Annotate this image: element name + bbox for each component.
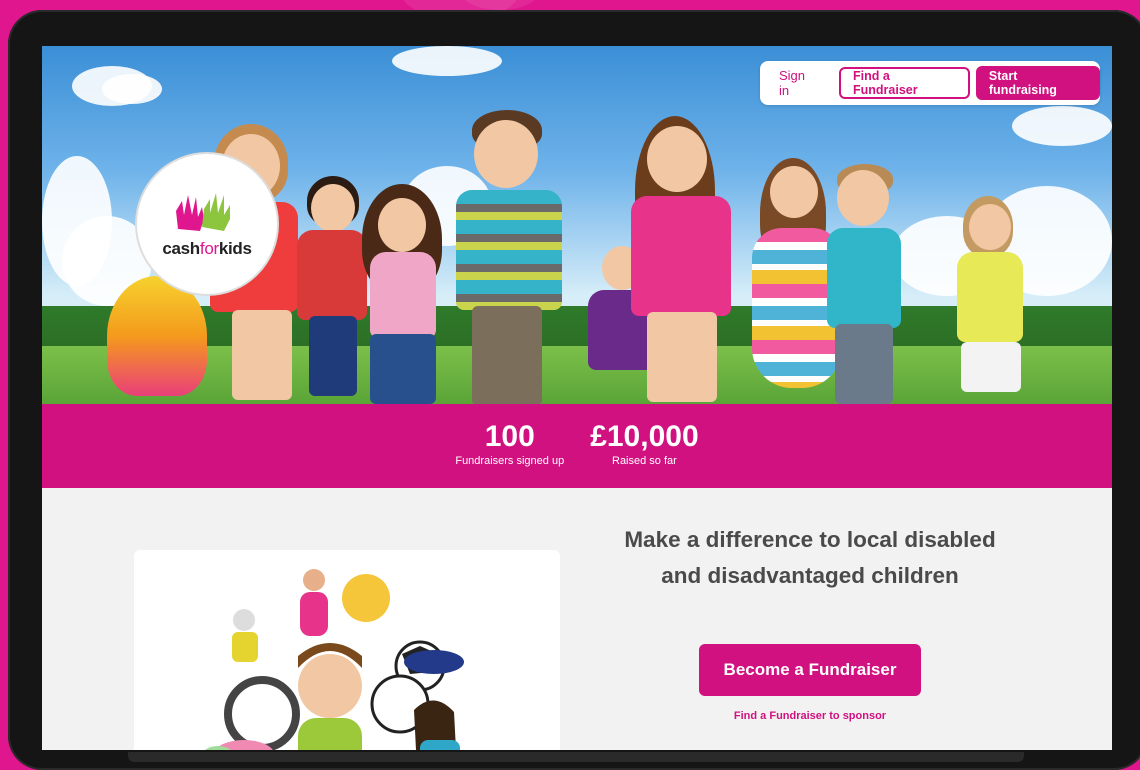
stat-raised: £10,000 Raised so far [590,404,698,488]
top-navigation: Sign in Find a Fundraiser Start fundrais… [760,61,1100,105]
cashforkids-logo[interactable]: cashforkids [137,154,277,294]
browser-viewport: cashforkids Sign in Find a Fundraiser St… [42,46,1112,750]
start-fundraising-button[interactable]: Start fundraising [975,66,1100,100]
main-headline: Make a difference to local disabled and … [624,527,996,588]
stat-value: 100 [484,420,535,453]
stat-value: £10,000 [590,420,699,453]
hero-banner: cashforkids Sign in Find a Fundraiser St… [42,46,1112,404]
laptop-base [128,752,1024,762]
hands-logo-icon [172,189,242,235]
fundraiser-activities-image [134,550,560,750]
stat-label: Raised so far [612,455,677,467]
stat-label: Fundraisers signed up [455,455,565,467]
sign-in-link[interactable]: Sign in [779,68,818,98]
find-fundraiser-button[interactable]: Find a Fundraiser [839,67,970,99]
find-fundraiser-sponsor-link[interactable]: Find a Fundraiser to sponsor [699,710,921,722]
become-fundraiser-button[interactable]: Become a Fundraiser [699,644,921,696]
stats-band: 100 Fundraisers signed up £10,000 Raised… [42,404,1112,488]
stat-fundraisers: 100 Fundraisers signed up [455,404,564,488]
logo-wordmark: cashforkids [162,239,252,258]
